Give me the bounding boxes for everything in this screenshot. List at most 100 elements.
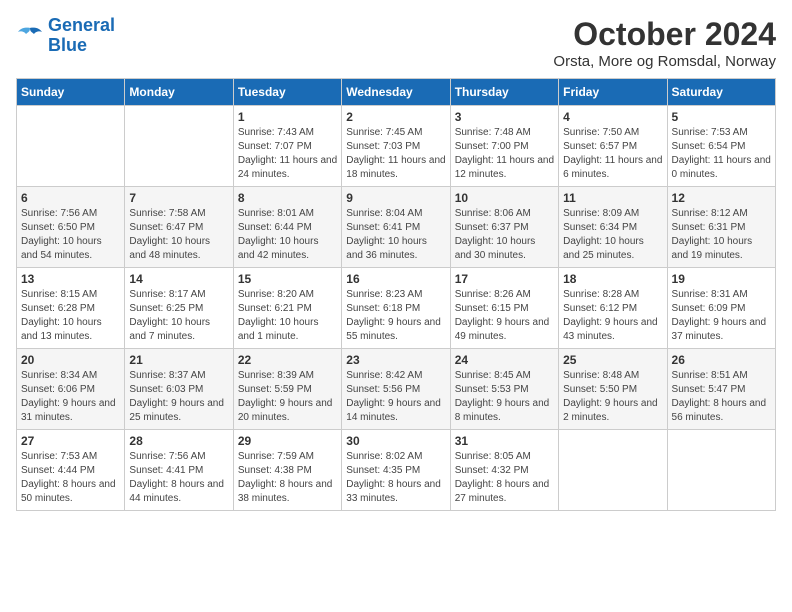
calendar-cell: 23 Sunrise: 8:42 AMSunset: 5:56 PMDayligh… [342,349,450,430]
day-info: Sunrise: 8:01 AMSunset: 6:44 PMDaylight:… [238,207,337,263]
day-number: 16 [346,272,445,286]
logo-blue: Blue [48,36,115,56]
day-number: 20 [21,353,120,367]
calendar-day-header: Sunday [17,79,125,106]
day-info: Sunrise: 7:48 AMSunset: 7:00 PMDaylight:… [455,126,554,182]
day-number: 4 [563,110,662,124]
day-info: Sunrise: 8:09 AMSunset: 6:34 PMDaylight:… [563,207,662,263]
calendar-day-header: Friday [559,79,667,106]
day-number: 18 [563,272,662,286]
calendar-cell: 1 Sunrise: 7:43 AMSunset: 7:07 PMDaylight… [233,106,341,187]
calendar-day-header: Monday [125,79,233,106]
calendar-cell: 13Sunrise: 8:15 AMSunset: 6:28 PMDayligh… [17,268,125,349]
day-number: 11 [563,191,662,205]
day-info: Sunrise: 8:48 AMSunset: 5:50 PMDaylight:… [563,369,662,425]
day-number: 28 [129,434,228,448]
day-info: Sunrise: 7:50 AMSunset: 6:57 PMDaylight:… [563,126,662,182]
day-number: 27 [21,434,120,448]
calendar-cell: 25 Sunrise: 8:48 AMSunset: 5:50 PMDayligh… [559,349,667,430]
calendar-cell: 9 Sunrise: 8:04 AMSunset: 6:41 PMDaylight… [342,187,450,268]
day-info: Sunrise: 8:12 AMSunset: 6:31 PMDaylight:… [672,207,771,263]
logo-general: General [48,15,115,35]
day-info: Sunrise: 7:58 AMSunset: 6:47 PMDaylight:… [129,207,228,263]
calendar-week-row: 1 Sunrise: 7:43 AMSunset: 7:07 PMDaylight… [17,106,776,187]
day-number: 31 [455,434,554,448]
day-info: Sunrise: 8:20 AMSunset: 6:21 PMDaylight:… [238,288,337,344]
day-number: 24 [455,353,554,367]
day-number: 1 [238,110,337,124]
day-info: Sunrise: 8:51 AMSunset: 5:47 PMDaylight:… [672,369,771,425]
day-number: 9 [346,191,445,205]
day-number: 19 [672,272,771,286]
calendar-cell: 26 Sunrise: 8:51 AMSunset: 5:47 PMDayligh… [667,349,775,430]
logo-icon [16,24,44,48]
day-info: Sunrise: 8:42 AMSunset: 5:56 PMDaylight:… [346,369,445,425]
day-info: Sunrise: 7:53 AMSunset: 4:44 PMDaylight:… [21,450,120,506]
calendar-cell: 5Sunrise: 7:53 AMSunset: 6:54 PMDaylight… [667,106,775,187]
calendar-cell [17,106,125,187]
day-info: Sunrise: 7:45 AMSunset: 7:03 PMDaylight:… [346,126,445,182]
day-info: Sunrise: 8:31 AMSunset: 6:09 PMDaylight:… [672,288,771,344]
day-info: Sunrise: 7:56 AMSunset: 6:50 PMDaylight:… [21,207,120,263]
calendar-table: SundayMondayTuesdayWednesdayThursdayFrid… [16,78,776,511]
day-info: Sunrise: 8:02 AMSunset: 4:35 PMDaylight:… [346,450,445,506]
calendar-cell: 24 Sunrise: 8:45 AMSunset: 5:53 PMDayligh… [450,349,558,430]
calendar-header-row: SundayMondayTuesdayWednesdayThursdayFrid… [17,79,776,106]
calendar-cell: 4 Sunrise: 7:50 AMSunset: 6:57 PMDaylight… [559,106,667,187]
day-number: 10 [455,191,554,205]
calendar-cell: 22 Sunrise: 8:39 AMSunset: 5:59 PMDayligh… [233,349,341,430]
day-number: 21 [129,353,228,367]
calendar-day-header: Tuesday [233,79,341,106]
day-info: Sunrise: 7:59 AMSunset: 4:38 PMDaylight:… [238,450,337,506]
calendar-cell: 8 Sunrise: 8:01 AMSunset: 6:44 PMDaylight… [233,187,341,268]
day-number: 14 [129,272,228,286]
day-number: 13 [21,272,120,286]
calendar-cell: 15 Sunrise: 8:20 AMSunset: 6:21 PMDayligh… [233,268,341,349]
calendar-week-row: 27 Sunrise: 7:53 AMSunset: 4:44 PMDayligh… [17,430,776,511]
day-info: Sunrise: 8:39 AMSunset: 5:59 PMDaylight:… [238,369,337,425]
day-info: Sunrise: 8:28 AMSunset: 6:12 PMDaylight:… [563,288,662,344]
calendar-cell: 3 Sunrise: 7:48 AMSunset: 7:00 PMDaylight… [450,106,558,187]
day-info: Sunrise: 8:04 AMSunset: 6:41 PMDaylight:… [346,207,445,263]
logo-text: General Blue [48,16,115,56]
day-number: 2 [346,110,445,124]
day-number: 23 [346,353,445,367]
calendar-cell: 18 Sunrise: 8:28 AMSunset: 6:12 PMDayligh… [559,268,667,349]
day-info: Sunrise: 8:34 AMSunset: 6:06 PMDaylight:… [21,369,120,425]
day-number: 25 [563,353,662,367]
calendar-cell: 14 Sunrise: 8:17 AMSunset: 6:25 PMDayligh… [125,268,233,349]
day-info: Sunrise: 8:26 AMSunset: 6:15 PMDaylight:… [455,288,554,344]
day-info: Sunrise: 7:53 AMSunset: 6:54 PMDaylight:… [672,126,771,182]
day-info: Sunrise: 8:17 AMSunset: 6:25 PMDaylight:… [129,288,228,344]
calendar-cell: 7 Sunrise: 7:58 AMSunset: 6:47 PMDaylight… [125,187,233,268]
day-number: 8 [238,191,337,205]
calendar-day-header: Thursday [450,79,558,106]
day-info: Sunrise: 7:56 AMSunset: 4:41 PMDaylight:… [129,450,228,506]
calendar-cell: 30Sunrise: 8:02 AMSunset: 4:35 PMDayligh… [342,430,450,511]
calendar-cell: 17Sunrise: 8:26 AMSunset: 6:15 PMDayligh… [450,268,558,349]
calendar-cell: 6 Sunrise: 7:56 AMSunset: 6:50 PMDaylight… [17,187,125,268]
day-number: 6 [21,191,120,205]
title-block: October 2024 Orsta, More og Romsdal, Nor… [553,16,776,70]
logo: General Blue [16,16,115,56]
day-info: Sunrise: 8:23 AMSunset: 6:18 PMDaylight:… [346,288,445,344]
day-number: 22 [238,353,337,367]
day-info: Sunrise: 8:45 AMSunset: 5:53 PMDaylight:… [455,369,554,425]
day-info: Sunrise: 7:43 AMSunset: 7:07 PMDaylight:… [238,126,337,182]
calendar-cell: 12 Sunrise: 8:12 AMSunset: 6:31 PMDayligh… [667,187,775,268]
calendar-week-row: 20 Sunrise: 8:34 AMSunset: 6:06 PMDayligh… [17,349,776,430]
page-title: October 2024 [553,16,776,53]
page-header: General Blue October 2024 Orsta, More og… [16,16,776,70]
calendar-cell: 20 Sunrise: 8:34 AMSunset: 6:06 PMDayligh… [17,349,125,430]
day-info: Sunrise: 8:37 AMSunset: 6:03 PMDaylight:… [129,369,228,425]
calendar-cell: 16 Sunrise: 8:23 AMSunset: 6:18 PMDayligh… [342,268,450,349]
day-number: 29 [238,434,337,448]
day-number: 12 [672,191,771,205]
day-number: 26 [672,353,771,367]
day-number: 7 [129,191,228,205]
day-number: 15 [238,272,337,286]
calendar-cell [125,106,233,187]
calendar-cell [667,430,775,511]
day-number: 3 [455,110,554,124]
calendar-cell: 27 Sunrise: 7:53 AMSunset: 4:44 PMDayligh… [17,430,125,511]
